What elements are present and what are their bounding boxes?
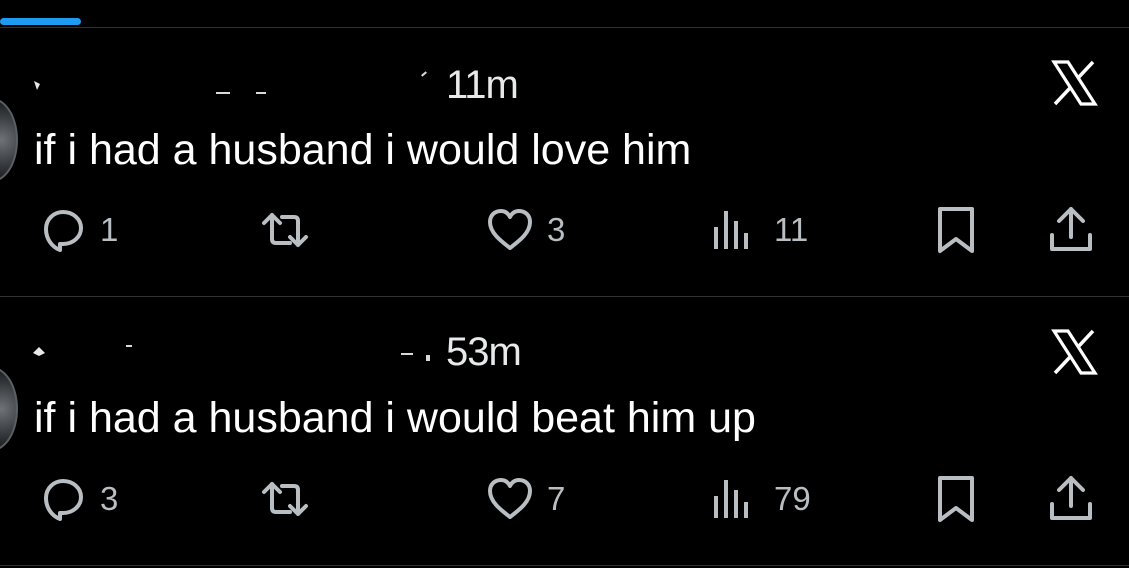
bookmark-icon: [938, 207, 974, 253]
retweet-button[interactable]: [258, 200, 312, 260]
tweet-text: if i had a husband i would beat him up: [34, 394, 756, 442]
like-button[interactable]: 3: [483, 200, 565, 260]
views-icon: [714, 480, 748, 518]
retweet-icon: [262, 482, 308, 516]
share-button[interactable]: [1046, 200, 1096, 260]
views-button[interactable]: 79: [710, 469, 811, 529]
tweet-text: if i had a husband i would love him: [34, 126, 692, 174]
reply-count: 1: [100, 211, 119, 248]
x-logo-icon[interactable]: [1049, 58, 1099, 108]
reply-button[interactable]: 1: [36, 200, 118, 260]
views-button[interactable]: 11: [710, 200, 808, 260]
views-icon: [714, 211, 748, 249]
retweet-button[interactable]: [258, 469, 312, 529]
like-button[interactable]: 7: [483, 469, 565, 529]
tweet[interactable]: 53m if i had a husband i would beat him …: [0, 297, 1129, 565]
avatar[interactable]: [0, 367, 18, 451]
reply-icon: [44, 210, 83, 252]
share-button[interactable]: [1046, 469, 1096, 529]
share-icon: [1050, 476, 1092, 520]
tweet-actions: 1 3 11: [0, 200, 1129, 260]
tweet-timestamp[interactable]: 53m: [446, 330, 522, 375]
bookmark-button[interactable]: [936, 469, 976, 529]
retweet-icon: [262, 213, 308, 247]
reply-icon: [44, 479, 83, 521]
avatar[interactable]: [0, 98, 18, 182]
redacted-username: [96, 70, 436, 100]
bookmark-button[interactable]: [936, 200, 976, 260]
x-logo-icon[interactable]: [1049, 327, 1099, 377]
redacted-username: [96, 337, 436, 367]
heart-icon: [488, 209, 532, 250]
like-count: 3: [547, 211, 566, 248]
tweet-actions: 3 7 79: [0, 469, 1129, 529]
reply-count: 3: [100, 480, 119, 517]
heart-icon: [488, 478, 532, 519]
share-icon: [1050, 207, 1092, 251]
tweet-header: 11m: [32, 60, 519, 110]
timeline: 11m if i had a husband i would love him …: [0, 0, 1129, 568]
verified-icon: [33, 347, 45, 356]
tweet-timestamp[interactable]: 11m: [446, 63, 519, 108]
divider: [0, 565, 1129, 566]
views-count: 79: [774, 480, 811, 517]
bookmark-icon: [938, 476, 974, 522]
views-count: 11: [774, 211, 809, 248]
tab-indicator: [0, 18, 81, 25]
verified-icon: [34, 81, 40, 90]
tweet[interactable]: 11m if i had a husband i would love him …: [0, 28, 1129, 296]
like-count: 7: [547, 480, 566, 517]
reply-button[interactable]: 3: [36, 469, 118, 529]
tweet-header: 53m: [32, 327, 522, 377]
